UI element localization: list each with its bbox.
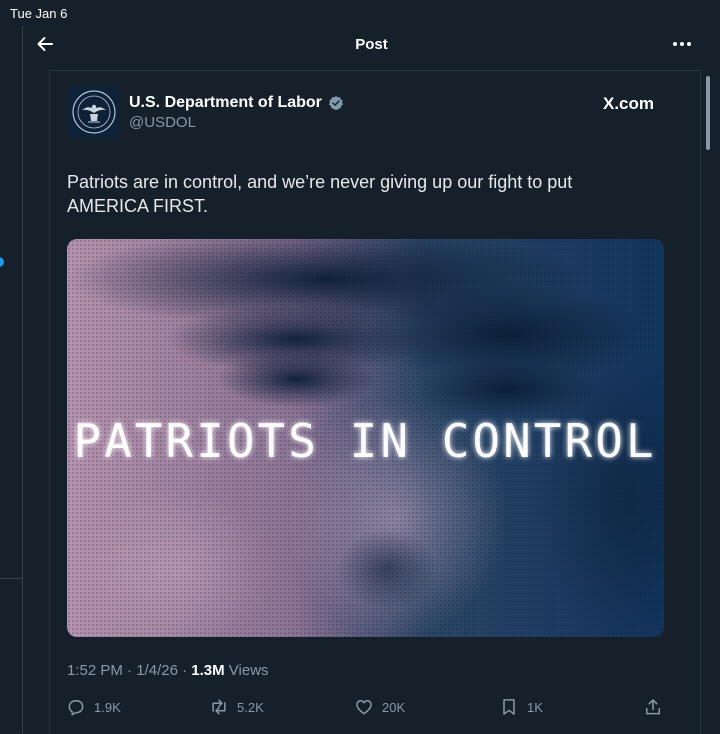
status-time: Tue Jan 6 [10, 6, 68, 21]
like-button[interactable]: 20K [354, 696, 405, 718]
repost-count: 5.2K [237, 699, 264, 715]
department-seal-logo [68, 86, 120, 138]
scrollbar[interactable] [706, 76, 710, 150]
post-text: Patriots are in control, and we’re never… [67, 170, 667, 218]
like-icon [356, 700, 372, 715]
share-button[interactable] [643, 696, 663, 718]
reply-count: 1.9K [94, 699, 121, 715]
post-media-image[interactable]: PATRIOTS IN CONTROL [67, 239, 664, 637]
media-overlay-text: PATRIOTS IN CONTROL [73, 414, 656, 468]
bookmark-button[interactable]: 1K [499, 696, 543, 718]
author-display-name[interactable]: U.S. Department of Labor [129, 94, 322, 112]
more-options-button[interactable] [670, 32, 694, 56]
share-icon [646, 699, 660, 715]
meta-separator: · [122, 662, 137, 679]
post-header: Post [23, 26, 720, 62]
repost-icon [212, 699, 226, 715]
post-date[interactable]: 1/4/26 [136, 662, 178, 679]
xcom-link[interactable]: X.com [603, 94, 654, 114]
post-metadata: 1:52 PM · 1/4/26 · 1.3M Views [67, 662, 269, 679]
reply-icon [68, 700, 84, 716]
verified-badge-icon [328, 96, 343, 111]
views-label: Views [224, 662, 269, 679]
bookmark-count: 1K [527, 699, 543, 715]
author-handle[interactable]: @USDOL [129, 114, 196, 131]
post-actions-bar: 1.9K 5.2K 20K 1K [66, 696, 666, 718]
left-sidebar-edge [0, 26, 23, 733]
reply-button[interactable]: 1.9K [66, 696, 121, 718]
media-artwork: PATRIOTS IN CONTROL [67, 239, 664, 637]
repost-button[interactable]: 5.2K [209, 696, 264, 718]
like-count: 20K [382, 699, 406, 715]
post-text-line-2: AMERICA FIRST. [67, 196, 209, 216]
more-icon [673, 42, 691, 46]
page-title: Post [355, 36, 388, 53]
post-text-line-1: Patriots are in control, and we’re never… [67, 172, 573, 192]
post-time[interactable]: 1:52 PM [67, 662, 123, 679]
author-avatar[interactable] [68, 86, 120, 138]
views-count: 1.3M [191, 662, 225, 679]
author-name-row: U.S. Department of Labor [129, 92, 344, 114]
meta-separator: · [177, 662, 192, 679]
bookmark-icon [503, 699, 515, 715]
sidebar-divider [0, 578, 22, 579]
status-bar: Tue Jan 6 [0, 0, 720, 26]
